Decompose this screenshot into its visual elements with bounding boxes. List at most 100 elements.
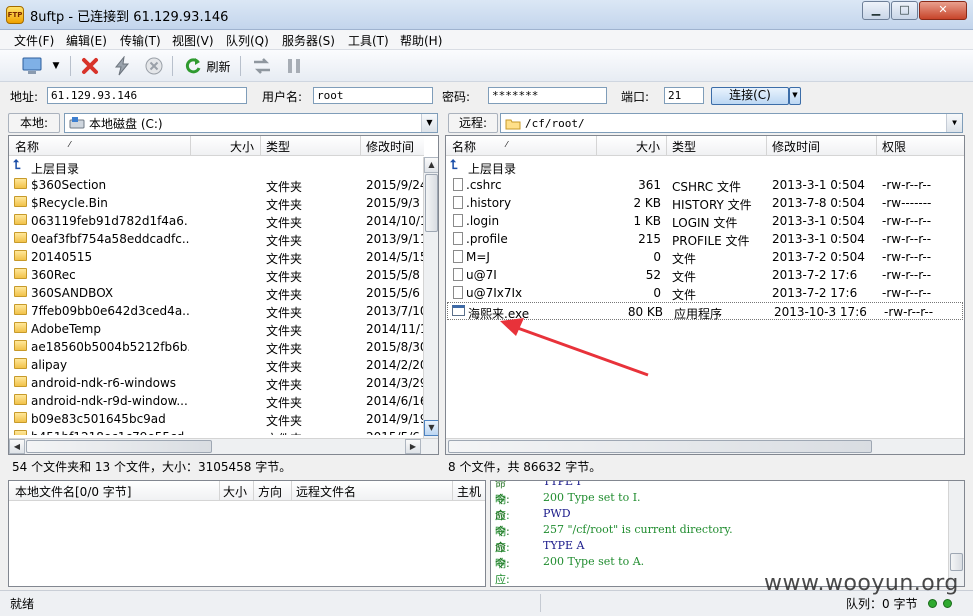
list-item[interactable]: 20140515 文件夹 2014/5/15 — [9, 248, 423, 266]
toolbar-separator — [172, 56, 173, 76]
remote-horizontal-scrollbar[interactable] — [446, 438, 964, 454]
menu-help[interactable]: 帮助(H) — [400, 32, 442, 49]
transfer-button[interactable] — [248, 54, 276, 78]
list-item[interactable]: alipay 文件夹 2014/2/20 — [9, 356, 423, 374]
queue-column-local[interactable]: 本地文件名[0/0 字节] — [15, 483, 132, 500]
menu-file[interactable]: 文件(F) — [14, 32, 54, 49]
menu-view[interactable]: 视图(V) — [172, 32, 214, 49]
pause-button[interactable] — [280, 54, 308, 78]
drive-icon — [69, 117, 85, 129]
file-name: 0eaf3fbf754a58eddcadfc... — [31, 232, 189, 246]
password-input[interactable]: ******* — [488, 87, 607, 104]
scroll-thumb[interactable] — [425, 174, 438, 232]
chevron-down-icon[interactable]: ▼ — [946, 114, 962, 132]
menu-queue[interactable]: 队列(Q) — [226, 32, 269, 49]
file-type: 文件夹 — [266, 234, 303, 248]
file-size: 361 — [638, 178, 661, 192]
scroll-right-arrow-icon[interactable]: ▶ — [405, 439, 421, 454]
connect-dropdown-button[interactable]: ▼ — [789, 87, 801, 105]
local-vertical-scrollbar[interactable]: ▲ ▼ — [423, 157, 438, 438]
scroll-down-arrow-icon[interactable]: ▼ — [424, 420, 438, 436]
file-icon — [453, 250, 463, 263]
list-item[interactable]: 360SANDBOX 文件夹 2015/5/6 — [9, 284, 423, 302]
column-permissions[interactable]: 权限 — [882, 138, 906, 155]
list-item[interactable]: .login 1 KB LOGIN 文件 2013-3-1 0:504 -rw-r--r… — [446, 212, 964, 230]
log-message: PWD — [543, 507, 571, 520]
connect-button[interactable]: 连接(C) — [711, 87, 789, 105]
list-item[interactable]: $360Section 文件夹 2015/9/24 — [9, 176, 423, 194]
file-type: 文件夹 — [266, 396, 303, 410]
list-item[interactable]: AdobeTemp 文件夹 2014/11/1 — [9, 320, 423, 338]
list-item[interactable]: .history 2 KB HISTORY 文件 2013-7-8 0:504 -rw-… — [446, 194, 964, 212]
file-permissions: -rw-r--r-- — [882, 178, 932, 192]
column-modified[interactable]: 修改时间 — [366, 138, 414, 155]
minimize-button[interactable]: ▁ — [862, 1, 890, 20]
column-name[interactable]: 名称 — [15, 138, 39, 155]
file-type: 文件夹 — [266, 378, 303, 392]
menu-tools[interactable]: 工具(T) — [348, 32, 389, 49]
maximize-button[interactable]: □ — [891, 1, 918, 20]
scroll-up-arrow-icon[interactable]: ▲ — [424, 157, 438, 173]
site-dropdown-button[interactable]: ▼ — [48, 54, 64, 78]
list-item[interactable]: 海熙来.exe 80 KB 应用程序 2013-10-3 17:6 -rw-r--r-- — [447, 302, 963, 321]
menu-server[interactable]: 服务器(S) — [282, 32, 335, 49]
close-button[interactable]: ✕ — [919, 1, 967, 20]
scroll-thumb[interactable] — [448, 440, 872, 453]
remote-path-select[interactable]: /cf/root/ ▼ — [500, 113, 963, 133]
quick-connect-button[interactable] — [108, 54, 136, 78]
window-title: 8uftp - 已连接到 61.129.93.146 — [30, 10, 229, 25]
file-name: AdobeTemp — [31, 322, 101, 336]
list-item[interactable]: u@7Ix7Ix 0 文件 2013-7-2 17:6 -rw-r--r-- — [446, 284, 964, 302]
queue-column-direction[interactable]: 方向 — [258, 483, 282, 500]
file-type: 文件夹 — [266, 306, 303, 320]
refresh-button[interactable]: 刷新 — [180, 54, 234, 78]
list-item[interactable]: .profile 215 PROFILE 文件 2013-3-1 0:504 -rw-r… — [446, 230, 964, 248]
username-input[interactable]: root — [313, 87, 433, 104]
local-horizontal-scrollbar[interactable]: ◀ ▶ — [9, 438, 438, 454]
file-modified: 2015/9/3 — [366, 196, 420, 210]
queue-column-host[interactable]: 主机 — [457, 483, 481, 500]
parent-dir-row[interactable]: ⮤ 上层目录 — [446, 158, 964, 176]
column-type[interactable]: 类型 — [672, 138, 696, 155]
local-path-select[interactable]: 本地磁盘 (C:) ▼ — [64, 113, 438, 133]
file-icon — [453, 268, 463, 281]
site-manager-button[interactable] — [18, 54, 46, 78]
local-file-list[interactable]: 名称 ⁄ 大小 类型 修改时间 ⮤ 上层目录 $360Section 文件夹 201… — [8, 135, 439, 455]
list-item[interactable]: 7ffeb09bb0e642d3ced4a... 文件夹 2013/7/10 — [9, 302, 423, 320]
column-size[interactable]: 大小 — [230, 138, 254, 155]
list-item[interactable]: android-ndk-r9d-window... 文件夹 2014/6/16 — [9, 392, 423, 410]
chevron-down-icon[interactable]: ▼ — [421, 114, 437, 132]
scroll-thumb[interactable] — [26, 440, 212, 453]
port-input[interactable]: 21 — [664, 87, 704, 104]
column-modified[interactable]: 修改时间 — [772, 138, 820, 155]
list-item[interactable]: $Recycle.Bin 文件夹 2015/9/3 — [9, 194, 423, 212]
list-item[interactable]: u@7I 52 文件 2013-7-2 17:6 -rw-r--r-- — [446, 266, 964, 284]
column-type[interactable]: 类型 — [266, 138, 290, 155]
list-item[interactable]: 0eaf3fbf754a58eddcadfc... 文件夹 2013/9/11 — [9, 230, 423, 248]
list-item[interactable]: 063119feb91d782d1f4a6... 文件夹 2014/10/1 — [9, 212, 423, 230]
parent-dir-row[interactable]: ⮤ 上层目录 — [9, 158, 423, 176]
menu-transfer[interactable]: 传输(T) — [120, 32, 161, 49]
list-item[interactable]: .cshrc 361 CSHRC 文件 2013-3-1 0:504 -rw-r--r-… — [446, 176, 964, 194]
list-item[interactable]: b451bf1218ec1c79e55cd 文件夹 2015/5/6 — [9, 428, 423, 435]
column-size[interactable]: 大小 — [636, 138, 660, 155]
list-item[interactable]: 360Rec 文件夹 2015/5/8 — [9, 266, 423, 284]
stop-button[interactable] — [140, 54, 168, 78]
transfer-queue[interactable]: 本地文件名[0/0 字节] 大小 方向 远程文件名 主机 — [8, 480, 486, 587]
host-input[interactable]: 61.129.93.146 — [47, 87, 247, 104]
menu-edit[interactable]: 编辑(E) — [66, 32, 107, 49]
column-name[interactable]: 名称 — [452, 138, 476, 155]
disconnect-button[interactable] — [76, 54, 104, 78]
file-size: 215 — [638, 232, 661, 246]
queue-column-remote[interactable]: 远程文件名 — [296, 483, 356, 500]
list-item[interactable]: M=J 0 文件 2013-7-2 0:504 -rw-r--r-- — [446, 248, 964, 266]
caret-down-icon: ▼ — [52, 61, 60, 71]
list-item[interactable]: android-ndk-r6-windows 文件夹 2014/3/29 — [9, 374, 423, 392]
scroll-left-arrow-icon[interactable]: ◀ — [9, 439, 25, 454]
queue-column-size[interactable]: 大小 — [221, 483, 247, 500]
scroll-thumb[interactable] — [950, 553, 963, 571]
list-item[interactable]: b09e83c501645bc9ad 文件夹 2014/9/19 — [9, 410, 423, 428]
remote-file-list[interactable]: 名称 ⁄ 大小 类型 修改时间 权限 ⮤ 上层目录 .cshrc 361 CSHRC… — [445, 135, 965, 455]
list-item[interactable]: ae18560b5004b5212fb6b... 文件夹 2015/8/30 — [9, 338, 423, 356]
file-name: 063119feb91d782d1f4a6... — [31, 214, 189, 228]
